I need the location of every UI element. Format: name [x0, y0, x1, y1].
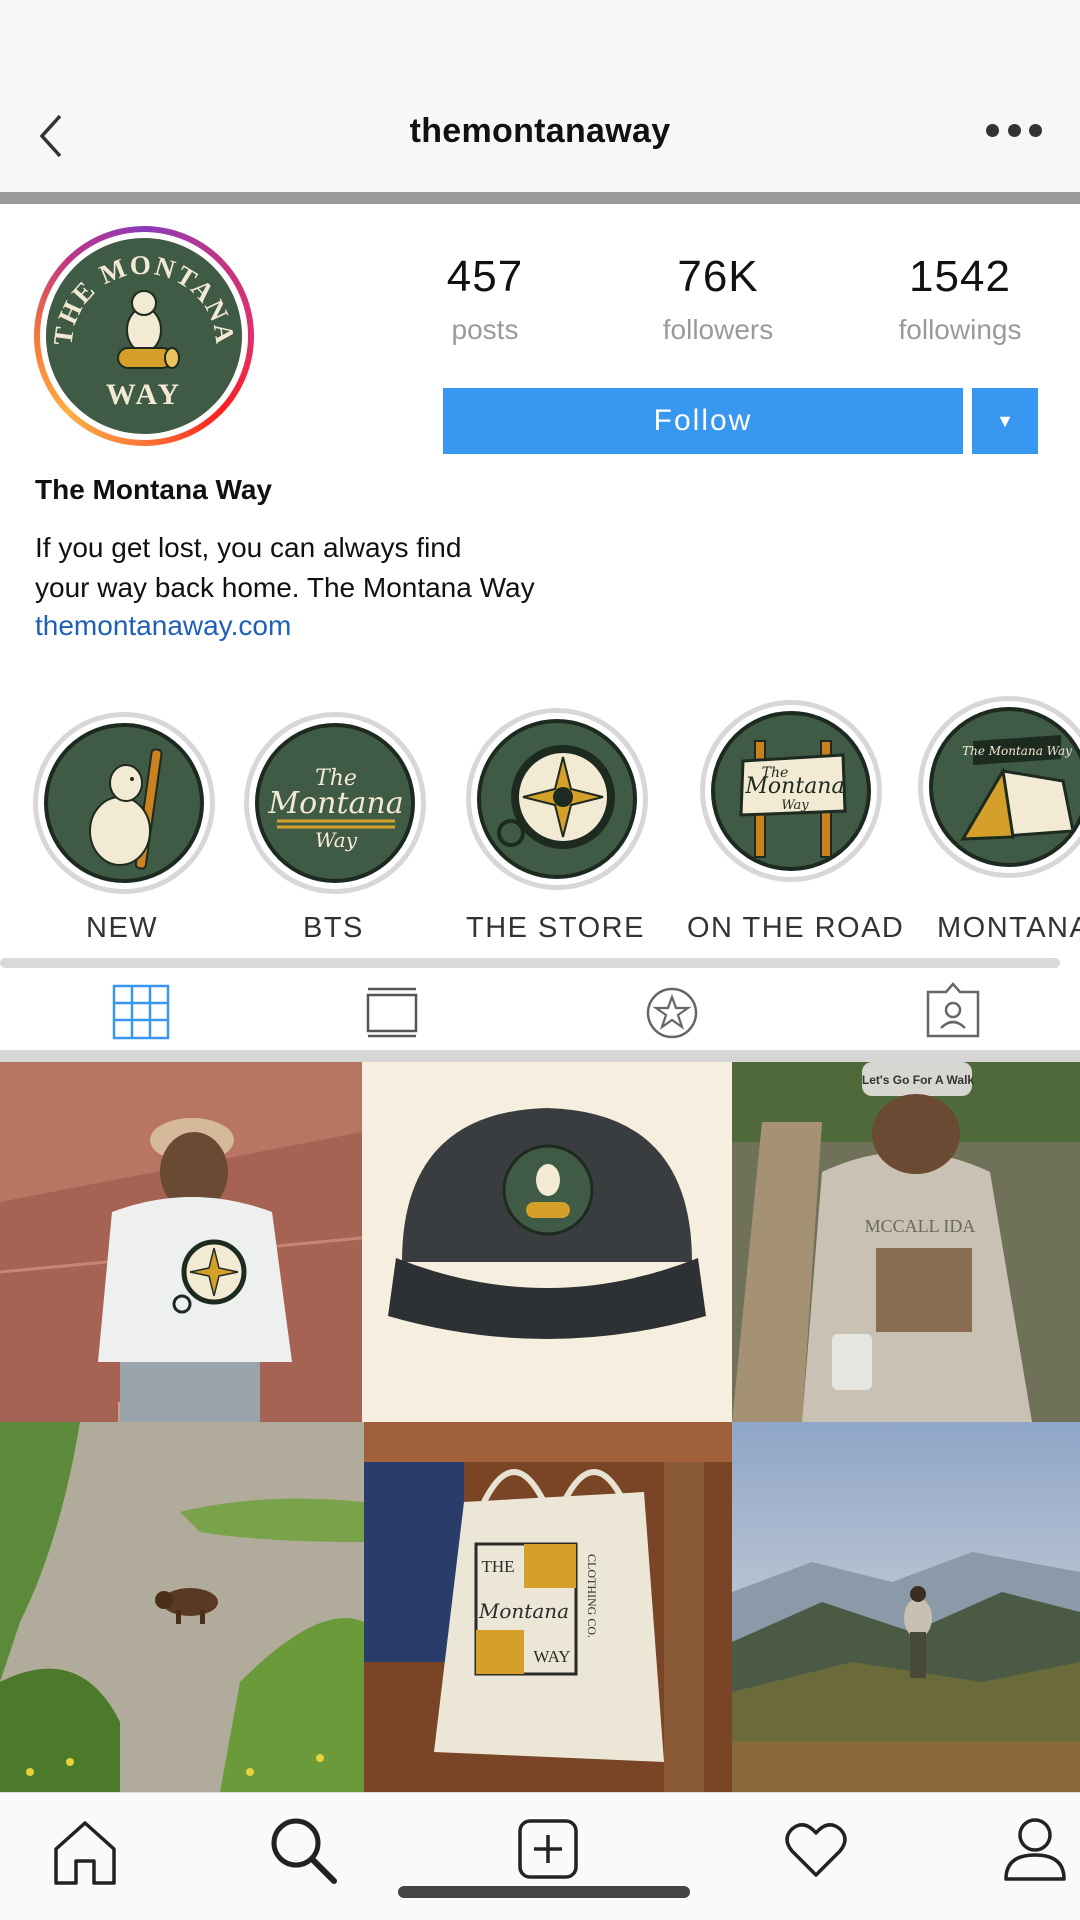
profile-icon[interactable] [1002, 1815, 1068, 1883]
followers-count: 76K [677, 252, 759, 301]
bio-line: If you get lost, you can always find [35, 532, 462, 563]
add-post-icon[interactable] [516, 1817, 580, 1881]
svg-text:Montana: Montana [744, 774, 844, 799]
post-thumbnail[interactable] [0, 1062, 362, 1422]
more-options-icon[interactable] [986, 124, 1042, 138]
posts-label: posts [451, 314, 519, 345]
grid-icon[interactable] [112, 984, 170, 1040]
post-thumbnail[interactable]: THE Montana WAY CLOTHING CO. [364, 1422, 732, 1792]
highlight-label: NEW [86, 912, 159, 944]
avatar[interactable]: THE MONTANA WAY [34, 226, 254, 446]
hat-text: Let's Go For A Walk [862, 1073, 975, 1087]
hiker-mug-photo: Let's Go For A Walk MCCALL IDA [732, 1062, 1080, 1422]
tabs-divider [0, 1050, 1080, 1062]
tote-bag-photo: THE Montana WAY CLOTHING CO. [364, 1422, 732, 1792]
profile-display-name: The Montana Way [35, 474, 272, 505]
tote-text: WAY [533, 1647, 570, 1666]
montana-way-script-logo: The Montana Way [267, 766, 403, 852]
star-icon[interactable] [645, 986, 699, 1040]
post-thumbnail[interactable] [0, 1422, 364, 1792]
tote-text: Montana [478, 1599, 569, 1623]
followers-label: followers [662, 314, 774, 345]
mountain-hiker-photo [732, 1422, 1080, 1792]
compass-illustration [497, 745, 615, 849]
highlight-label: ON THE ROAD [687, 912, 905, 944]
home-icon[interactable] [50, 1819, 120, 1887]
sweatshirt-photo [0, 1062, 362, 1422]
post-thumbnail[interactable] [362, 1062, 732, 1422]
suggestions-dropdown-button[interactable]: ▼ [972, 388, 1038, 454]
highlight-the-store[interactable] [466, 708, 648, 890]
post-thumbnail[interactable]: Let's Go For A Walk MCCALL IDA [732, 1062, 1080, 1422]
highlight-label: THE STORE [466, 912, 645, 944]
bio-line: your way back home. The Montana Way [35, 572, 535, 603]
highlight-new[interactable] [33, 712, 215, 894]
highlight-bts[interactable]: The Montana Way [244, 712, 426, 894]
svg-text:Montana: Montana [267, 786, 403, 821]
followings-label: followings [898, 314, 1022, 345]
profile-website-link[interactable]: themontanaway.com [35, 610, 291, 642]
shirt-text: MCCALL IDA [865, 1216, 976, 1236]
heart-icon[interactable] [784, 1819, 848, 1879]
highlight-label: BTS [303, 912, 364, 944]
tent-illustration: The Montana Way [960, 735, 1075, 841]
cap-photo [362, 1062, 732, 1422]
wooden-sign-illustration: The Montana Way [739, 740, 847, 858]
top-bar: themontanaway [0, 0, 1080, 192]
profile-bio: If you get lost, you can always find you… [35, 528, 595, 608]
feed-icon[interactable] [366, 986, 418, 1038]
post-thumbnail[interactable] [732, 1422, 1080, 1792]
svg-text:The Montana Way: The Montana Way [962, 744, 1072, 758]
follow-button[interactable]: Follow [443, 388, 963, 454]
post-grid: Let's Go For A Walk MCCALL IDA THE Monta… [0, 1062, 1080, 1792]
svg-text:Way: Way [315, 828, 358, 852]
profile-username: themontanaway [409, 112, 671, 150]
bear-illustration [89, 748, 163, 870]
tote-text: THE [481, 1557, 514, 1576]
search-icon[interactable] [268, 1815, 340, 1887]
followings-count: 1542 [909, 252, 1011, 301]
posts-count: 457 [446, 252, 524, 301]
stat-followers[interactable]: 76K followers [648, 252, 788, 346]
stat-posts[interactable]: 457 posts [440, 252, 530, 346]
highlights-divider [0, 958, 1060, 968]
home-indicator [398, 1886, 690, 1898]
tagged-icon[interactable] [924, 980, 982, 1040]
brand-logo: THE MONTANA WAY [48, 250, 239, 411]
header-divider [0, 192, 1080, 204]
highlight-on-the-road[interactable]: The Montana Way [700, 700, 882, 882]
profile-view-tabs [0, 968, 1080, 1050]
highlight-label: MONTANA [937, 912, 1080, 944]
avatar-bottom-text: WAY [106, 378, 182, 411]
bear-photo [0, 1422, 364, 1792]
tote-side-text: CLOTHING CO. [585, 1554, 599, 1638]
svg-text:Way: Way [781, 798, 809, 813]
bottom-navigation [0, 1792, 1080, 1920]
stat-followings[interactable]: 1542 followings [885, 252, 1035, 346]
